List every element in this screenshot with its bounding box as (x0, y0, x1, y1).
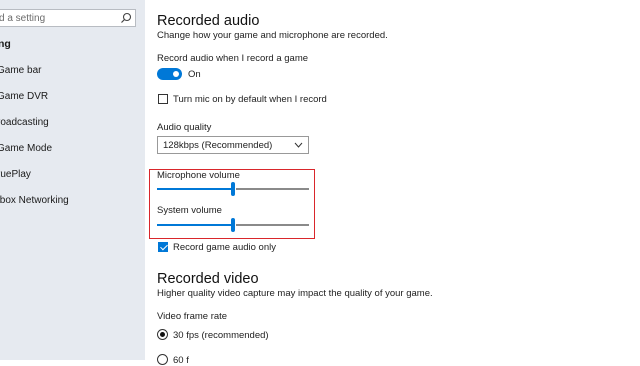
search-icon[interactable] (120, 12, 132, 24)
sidebar-item-game-mode[interactable]: Game Mode (0, 143, 52, 154)
audio-quality-dropdown[interactable]: 128kbps (Recommended) (157, 136, 309, 154)
recorded-video-description: Higher quality video capture may impact … (157, 288, 433, 299)
mic-default-checkbox[interactable] (158, 94, 168, 104)
search-box[interactable] (0, 9, 136, 27)
sidebar: ng Game bar Game DVR roadcasting Game Mo… (0, 0, 145, 360)
sidebar-item-game-dvr[interactable]: Game DVR (0, 91, 48, 102)
search-input[interactable] (0, 10, 117, 26)
audio-quality-value: 128kbps (Recommended) (163, 140, 273, 151)
record-audio-label: Record audio when I record a game (157, 53, 309, 64)
sidebar-item-xbox-networking[interactable]: tbox Networking (0, 195, 69, 206)
mic-default-label: Turn mic on by default when I record (173, 94, 327, 105)
game-audio-only-label: Record game audio only (173, 242, 276, 253)
recorded-audio-description: Change how your game and microphone are … (157, 30, 388, 41)
frame-rate-30-label: 30 fps (recommended) (173, 330, 269, 341)
chevron-down-icon (294, 142, 303, 148)
record-audio-toggle-state: On (188, 69, 201, 80)
sidebar-section-heading: ng (0, 38, 11, 50)
record-audio-toggle[interactable] (157, 68, 182, 80)
recorded-video-heading: Recorded video (157, 271, 259, 287)
sidebar-item-truePlay[interactable]: ruePlay (0, 169, 31, 180)
recorded-audio-heading: Recorded audio (157, 13, 260, 29)
frame-rate-60-label: 60 f (173, 355, 189, 366)
video-frame-rate-label: Video frame rate (157, 311, 228, 322)
sidebar-item-broadcasting[interactable]: roadcasting (0, 117, 49, 128)
game-audio-only-checkbox[interactable] (158, 242, 168, 252)
frame-rate-30-radio[interactable] (157, 329, 168, 340)
sidebar-item-game-bar[interactable]: Game bar (0, 65, 41, 76)
volume-highlight-box (149, 169, 315, 239)
audio-quality-label: Audio quality (157, 122, 212, 133)
